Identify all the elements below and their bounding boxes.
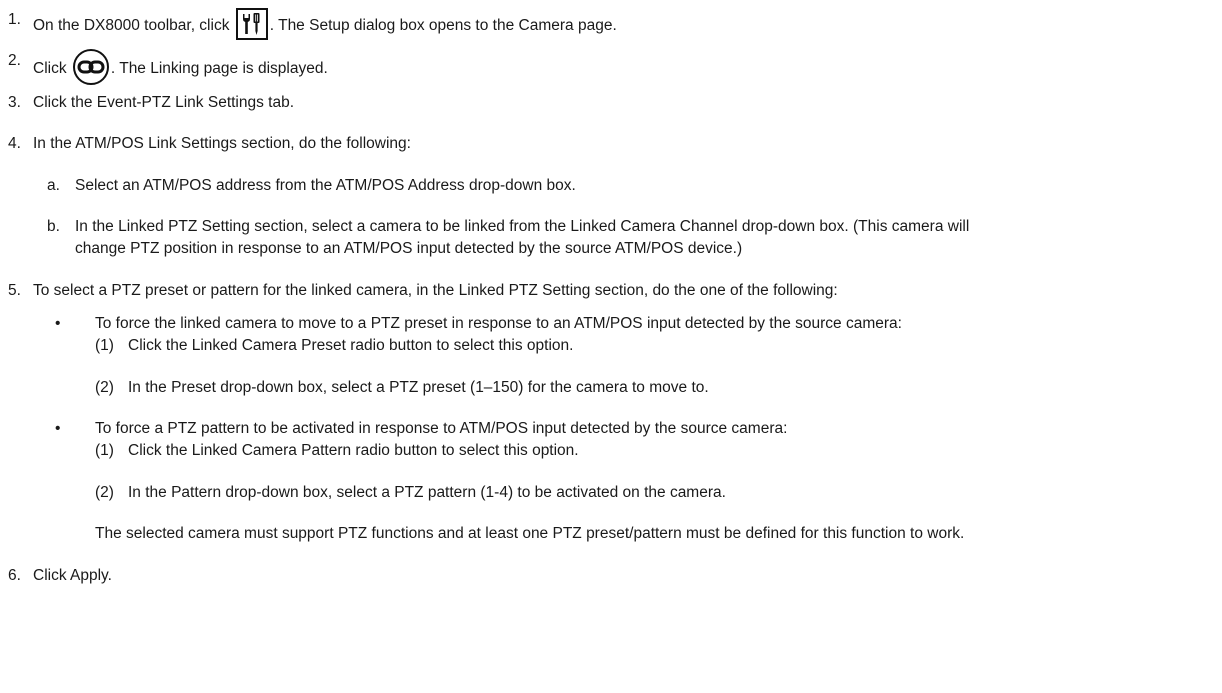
setup-tools-icon — [235, 8, 268, 40]
step-text: To select a PTZ preset or pattern for th… — [33, 282, 838, 299]
bullet-icon: • — [55, 315, 61, 332]
item-number: (1) — [95, 442, 114, 459]
item-text: Click the Linked Camera Preset radio but… — [128, 337, 574, 354]
substep-text: In the Linked PTZ Setting section, selec… — [75, 218, 970, 235]
item-text: In the Preset drop-down box, select a PT… — [128, 379, 709, 396]
note-text: The selected camera must support PTZ fun… — [95, 525, 965, 542]
item-text: In the Pattern drop-down box, select a P… — [128, 484, 726, 501]
bullet-text: To force the linked camera to move to a … — [95, 315, 902, 332]
step-number: 6. — [8, 567, 21, 584]
substep-text: change PTZ position in response to an AT… — [75, 240, 743, 257]
step-text: Click the Event-PTZ Link Settings tab. — [33, 94, 295, 111]
step-text: Click — [33, 60, 71, 78]
step-text: On the DX8000 toolbar, click — [33, 17, 234, 35]
substep-letter: b. — [47, 218, 60, 235]
step-text-continued: . The Linking page is displayed. — [110, 60, 328, 78]
step-number: 5. — [8, 282, 21, 299]
substep-text: Select an ATM/POS address from the ATM/P… — [75, 177, 576, 194]
item-text: Click the Linked Camera Pattern radio bu… — [128, 442, 579, 459]
step-number: 3. — [8, 94, 21, 111]
item-number: (2) — [95, 379, 114, 396]
item-number: (1) — [95, 337, 114, 354]
step-number: 1. — [8, 11, 21, 28]
instruction-document: 1. On the DX8000 toolbar, click . The Se… — [0, 0, 1222, 693]
step-number: 2. — [8, 52, 21, 69]
step-number: 4. — [8, 135, 21, 152]
bullet-icon: • — [55, 420, 61, 437]
substep-letter: a. — [47, 177, 60, 194]
link-chain-icon — [72, 49, 109, 85]
step-text: In the ATM/POS Link Settings section, do… — [33, 135, 411, 152]
bullet-text: To force a PTZ pattern to be activated i… — [95, 420, 788, 437]
step-text-continued: . The Setup dialog box opens to the Came… — [269, 17, 617, 35]
item-number: (2) — [95, 484, 114, 501]
step-text: Click Apply. — [33, 567, 112, 584]
